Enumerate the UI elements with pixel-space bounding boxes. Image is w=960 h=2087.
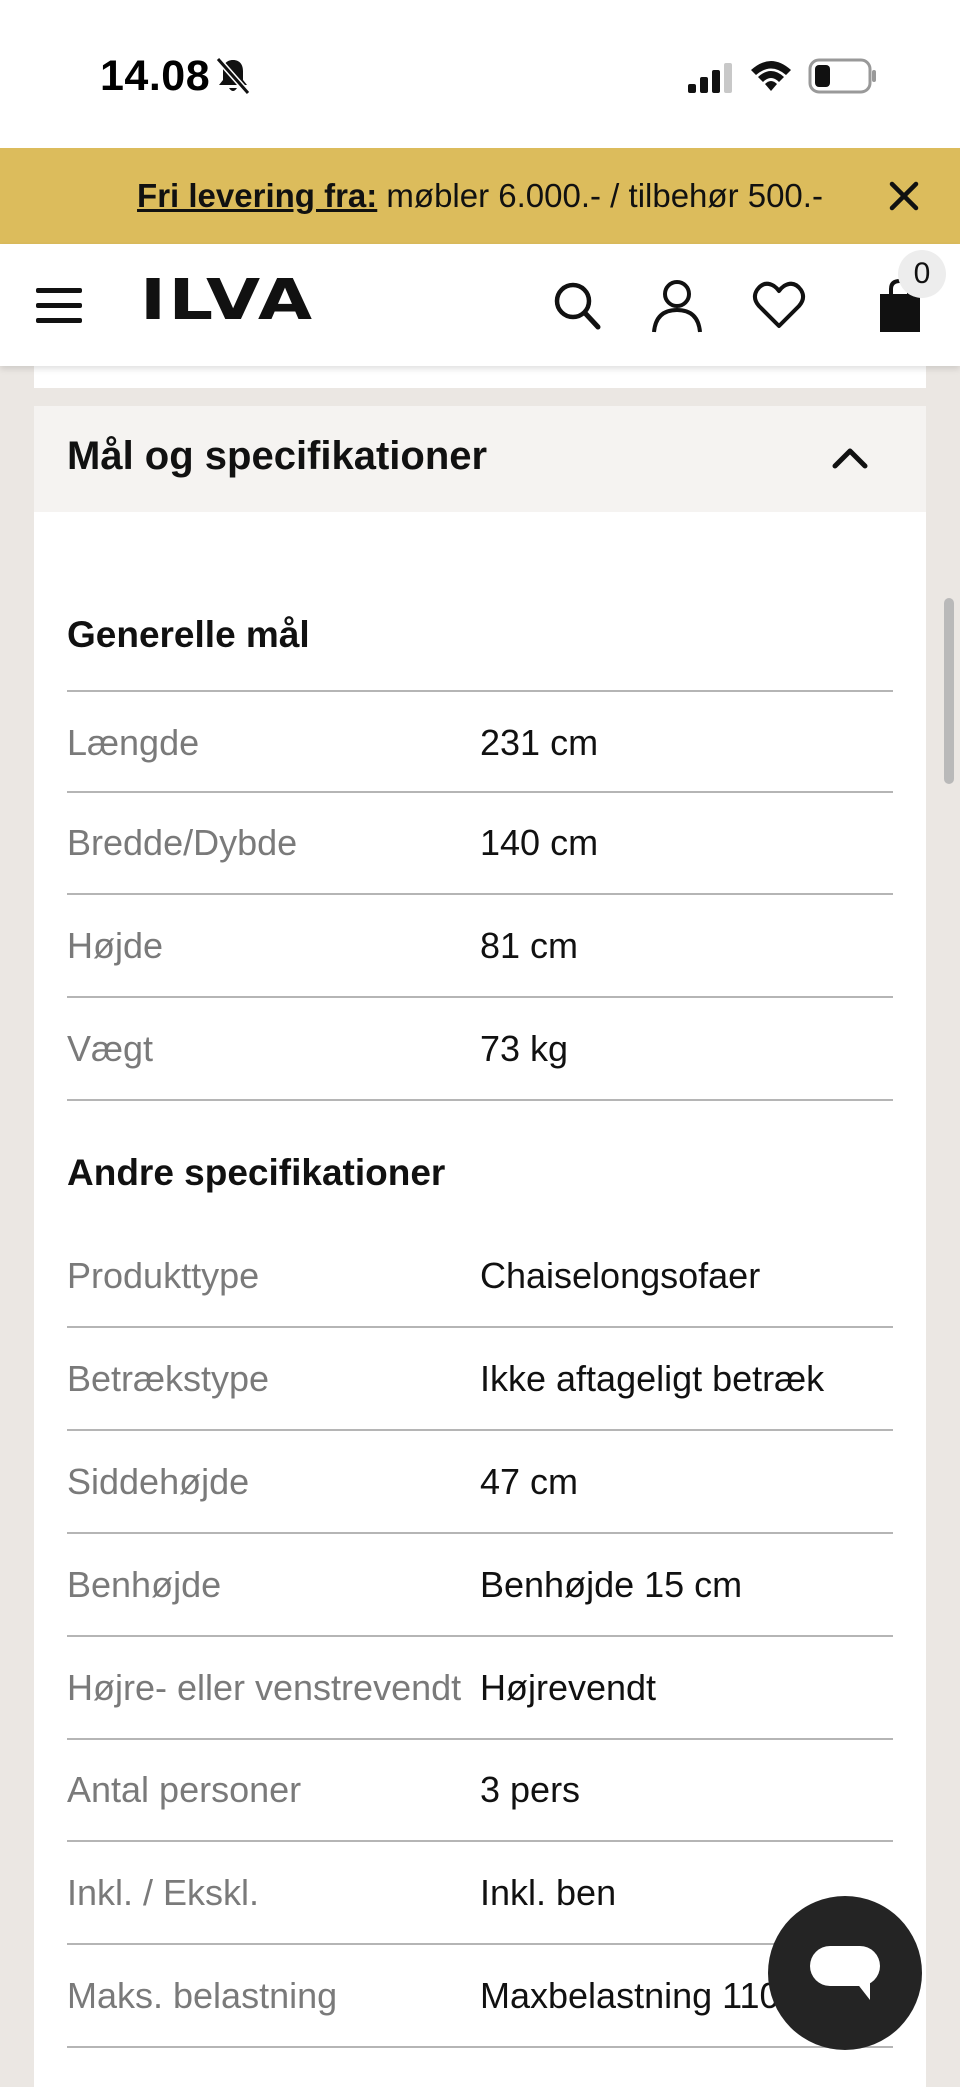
spec-row: Betrækstype Ikke aftageligt betræk — [67, 1328, 893, 1431]
close-icon[interactable] — [886, 178, 922, 214]
spec-label: Højde — [67, 925, 164, 966]
spec-value: 3 pers — [480, 1769, 581, 1810]
spec-value: Inkl. ben — [480, 1872, 617, 1913]
page-scrollbar[interactable] — [944, 598, 954, 784]
spec-label: Benhøjde — [67, 1564, 222, 1605]
chat-bubble-icon — [810, 1946, 880, 2000]
spec-label: Inkl. / Ekskl. — [67, 1872, 260, 1913]
hamburger-menu-icon[interactable] — [34, 284, 84, 328]
chat-button[interactable] — [768, 1896, 922, 2050]
spec-label: Antal personer — [67, 1769, 302, 1810]
previous-panel-edge — [34, 366, 926, 388]
spec-label: Vægt — [67, 1028, 154, 1069]
spec-value: 81 cm — [480, 925, 579, 966]
spec-row: Siddehøjde 47 cm — [67, 1431, 893, 1534]
spec-row: Produkttype Chaiselongsofaer — [67, 1225, 893, 1328]
promo-description: møbler 6.000.- / tilbehør 500.- — [377, 177, 823, 214]
wifi-icon — [751, 61, 791, 91]
status-bar: 14.08 — [0, 0, 960, 148]
spec-label: Siddehøjde — [67, 1461, 250, 1502]
promo-banner: Fri levering fra: møbler 6.000.- / tilbe… — [0, 148, 960, 244]
bell-slash-icon — [215, 57, 251, 95]
spec-label: Længde — [67, 722, 200, 763]
battery-icon — [808, 58, 876, 94]
spec-row: Vægt 73 kg — [67, 998, 893, 1101]
spec-row: Antal personer 3 pers — [67, 1739, 893, 1842]
spec-value: Højrevendt — [480, 1667, 657, 1708]
ilva-logo[interactable]: ILVA — [140, 268, 315, 333]
spec-value: Chaiselongsofaer — [480, 1255, 761, 1296]
spec-label: Højre- eller venstrevendt — [67, 1667, 462, 1708]
page: 14.08 Fri levering fra: møbler 6.000.- / — [0, 0, 960, 2087]
spec-label: Betrækstype — [67, 1358, 270, 1399]
spec-label: Produkttype — [67, 1255, 260, 1296]
spec-value: 231 cm — [480, 722, 599, 763]
spec-label: Maks. belastning — [67, 1975, 338, 2016]
spec-value: Benhøjde 15 cm — [480, 1564, 743, 1605]
general-dimensions-title: Generelle mål — [67, 614, 310, 655]
cart-count-badge: 0 — [898, 250, 946, 298]
spec-value: Ikke aftageligt betræk — [480, 1358, 825, 1399]
heart-icon[interactable] — [752, 280, 806, 330]
promo-text: Fri levering fra: møbler 6.000.- / tilbe… — [137, 177, 823, 215]
specs-title: Mål og specifikationer — [67, 434, 488, 478]
spec-row: Højde 81 cm — [67, 895, 893, 998]
spec-row: Inkl. / Ekskl. Inkl. ben — [67, 1842, 893, 1945]
spec-value: 47 cm — [480, 1461, 579, 1502]
spec-row: Benhøjde Benhøjde 15 cm — [67, 1534, 893, 1637]
spec-value: 140 cm — [480, 822, 599, 863]
specs-accordion-header[interactable]: Mål og specifikationer — [34, 406, 926, 512]
site-header: ILVA 0 — [0, 244, 960, 366]
spec-row: Længde 231 cm — [67, 690, 893, 793]
cellular-signal-icon — [688, 63, 732, 93]
spec-row: Bredde/Dybde 140 cm — [67, 792, 893, 895]
search-icon[interactable] — [552, 280, 602, 332]
other-specs-title: Andre specifikationer — [67, 1152, 446, 1193]
specs-accordion: Mål og specifikationer Generelle mål Læn… — [34, 406, 926, 2087]
spec-value: 73 kg — [480, 1028, 569, 1069]
spec-row: Højre- eller venstrevendt Højrevendt — [67, 1637, 893, 1740]
promo-link[interactable]: Fri levering fra: — [137, 177, 377, 214]
user-account-icon[interactable] — [650, 278, 704, 334]
chevron-up-icon[interactable] — [830, 442, 870, 472]
spec-value: Maxbelastning 110 — [480, 1975, 780, 2016]
status-time: 14.08 — [100, 52, 211, 100]
spec-label: Bredde/Dybde — [67, 822, 298, 863]
